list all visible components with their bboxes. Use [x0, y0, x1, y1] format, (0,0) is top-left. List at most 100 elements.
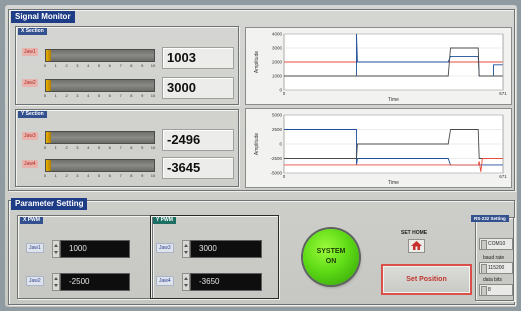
scale-tick-label: 8	[130, 63, 133, 68]
scale-tick-label: 8	[130, 173, 133, 178]
y-axis-label: Amplitude	[254, 133, 260, 155]
scale-tick-label: 7	[119, 173, 122, 178]
x-jaw2-bar-fill	[46, 80, 51, 91]
x-pwm-jaw2-stepper[interactable]	[52, 273, 60, 291]
data-bits-stepper[interactable]	[481, 286, 487, 296]
scale-tick-label: 10	[150, 93, 156, 98]
com-port-value: COM10	[488, 241, 506, 247]
x-pwm-jaw2-label: Jaw2	[26, 276, 44, 286]
scale-tick-label: 2	[65, 145, 68, 150]
y-amplitude-chart: 5000 2500 0 -2500 -5000 0 671 Time Amplitude	[245, 108, 512, 188]
set-home-label: SET HOME	[401, 230, 428, 236]
x-amplitude-chart-svg: 400030002000100000 671TimeAmplitude	[254, 32, 507, 104]
x-pwm-jaw2-input[interactable]: -2500	[60, 273, 130, 291]
y-tick-label: 0	[279, 142, 282, 147]
scale-tick-label: 4	[87, 93, 90, 98]
scale-tick-label: 5	[97, 63, 101, 68]
y-axis-label: Amplitude	[254, 51, 260, 73]
x-jaw2-value: 3000	[162, 77, 234, 99]
scale-tick-label: 4	[87, 63, 90, 68]
data-bits-field[interactable]: 8	[479, 284, 513, 296]
baud-rate-field[interactable]: 115200	[479, 262, 513, 274]
scale-tick-label: 0	[43, 145, 47, 150]
system-on-button[interactable]: SYSTEM ON	[303, 229, 359, 285]
app-window: Signal Monitor X Section Jaw1 0 1 2 3 4 5 6 7 8 9…	[5, 5, 517, 307]
y-tick-label: 4000	[272, 32, 283, 37]
scale-tick-label: 2	[65, 63, 68, 68]
scale-tick-label: 1	[54, 173, 57, 178]
scale-tick-label: 1	[54, 93, 57, 98]
x-jaw1-value: 1003	[162, 47, 234, 69]
y-pwm-jaw3-stepper[interactable]	[182, 240, 190, 258]
y-tick-label: 3000	[272, 46, 283, 51]
baud-rate-label: baud rate	[483, 255, 505, 261]
y-jaw3-bar-fill	[46, 132, 51, 143]
scale-tick-label: 3	[76, 63, 79, 68]
y-jaw4-bar-fill	[46, 160, 51, 171]
scale-tick-label: 0	[43, 173, 47, 178]
scale-tick-label: 4	[87, 145, 90, 150]
scale-tick-label: 2	[65, 173, 68, 178]
y-jaw4-bar	[45, 159, 155, 172]
y-jaw3-value: -2496	[162, 129, 234, 151]
set-home-button[interactable]	[408, 239, 425, 253]
y-pwm-jaw4-stepper[interactable]	[182, 273, 190, 291]
y-pwm-jaw4-label: Jaw4	[156, 276, 174, 286]
set-position-button[interactable]: Set Position	[381, 264, 472, 295]
x-axis-label: Time	[388, 97, 399, 103]
scale-tick-label: 10	[150, 145, 156, 150]
x-jaw1-scale: 0 1 2 3 4 5 6 7 8 9 10	[43, 63, 155, 70]
scale-tick-label: 9	[141, 93, 144, 98]
baud-rate-value: 115200	[488, 265, 505, 271]
system-on-line1: SYSTEM	[316, 248, 346, 255]
com-port-select-arrow[interactable]	[481, 240, 487, 250]
y-tick-label: 2000	[272, 60, 283, 65]
x-jaw1-label: Jaw1	[22, 48, 38, 56]
y-amplitude-chart-svg: 500025000-2500-50000 671TimeAmplitude	[254, 113, 507, 187]
scale-tick-label: 6	[108, 145, 111, 150]
x-jaw2-scale: 0 1 2 3 4 5 6 7 8 9 10	[43, 93, 156, 100]
x-jaw2-bar	[45, 79, 155, 92]
system-on-line2: ON	[325, 258, 337, 265]
baud-rate-stepper[interactable]	[481, 264, 487, 274]
x-jaw1-bar-fill	[46, 50, 51, 61]
parameter-setting-title: Parameter Setting	[11, 198, 88, 210]
y-tick-label: 2500	[272, 127, 283, 132]
x-jaw2-label: Jaw2	[22, 79, 38, 87]
y-pwm-jaw4-input[interactable]: -3650	[190, 273, 262, 291]
scale-tick-label: 7	[119, 63, 122, 68]
scale-tick-label: 9	[141, 173, 144, 178]
y-tick-label: -2500	[270, 156, 282, 161]
scale-tick-label: 8	[130, 145, 133, 150]
x-pwm-title: X PWM	[20, 217, 43, 224]
x-tick-label: 0	[283, 174, 286, 179]
com-port-select[interactable]: COM10	[479, 238, 513, 250]
y-pwm-title: Y PWM	[153, 217, 176, 224]
x-tick-label: 0	[283, 91, 286, 96]
y-tick-label: 1000	[272, 74, 283, 79]
y-tick-label: 5000	[272, 113, 283, 118]
scale-tick-label: 7	[119, 93, 122, 98]
scale-tick-label: 0	[43, 63, 47, 68]
y-jaw4-scale: 0 1 2 3 4 5 6 7 8 9 10	[43, 173, 155, 180]
y-pwm-jaw3-input[interactable]: 3000	[190, 240, 262, 258]
scale-tick-label: 1	[54, 145, 57, 150]
scale-tick-label: 3	[76, 93, 79, 98]
y-jaw3-label: Jaw3	[22, 132, 38, 140]
scale-tick-label: 8	[130, 93, 133, 98]
y-jaw4-label: Jaw4	[22, 160, 38, 168]
scale-tick-label: 6	[108, 173, 111, 178]
scale-tick-label: 0	[43, 93, 47, 98]
data-bits-value: 8	[488, 287, 491, 293]
y-tick-label: -5000	[270, 171, 282, 176]
scale-tick-label: 9	[141, 63, 144, 68]
x-pwm-jaw1-stepper[interactable]	[52, 240, 60, 258]
scale-tick-label: 3	[76, 173, 79, 178]
x-tick-label: 671	[499, 174, 507, 179]
x-pwm-jaw1-input[interactable]: 1000	[60, 240, 130, 258]
y-section-title: Y Section	[18, 111, 47, 118]
signal-monitor-title: Signal Monitor	[11, 11, 75, 23]
data-bits-label: data bits	[483, 277, 502, 283]
y-jaw4-value: -3645	[162, 157, 234, 179]
x-amplitude-chart: 4000 3000 2000 1000 0 0 671 Time Amplitude	[245, 27, 512, 105]
